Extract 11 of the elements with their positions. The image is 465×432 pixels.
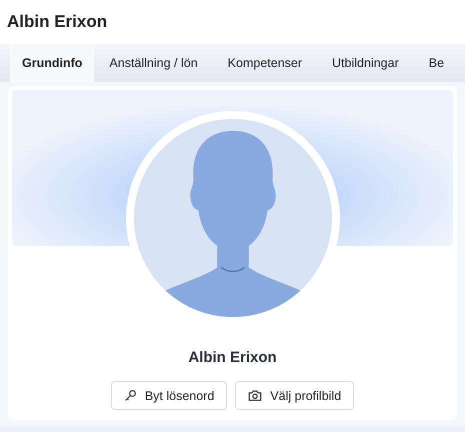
tab[interactable]: Utbildningar [317, 44, 414, 82]
change-password-button[interactable]: Byt lösenord [110, 381, 228, 410]
tab[interactable]: Grundinfo [10, 44, 94, 82]
page-title: Albin Erixon [7, 12, 108, 32]
choose-photo-button[interactable]: Välj profilbild [235, 381, 354, 410]
tab[interactable]: Kompetenser [212, 44, 318, 82]
tab[interactable]: Anställning / lön [94, 44, 213, 82]
camera-icon [248, 389, 262, 402]
profile-name: Albin Erixon [188, 349, 277, 366]
tab[interactable]: Be [414, 44, 444, 82]
key-icon [124, 389, 137, 402]
